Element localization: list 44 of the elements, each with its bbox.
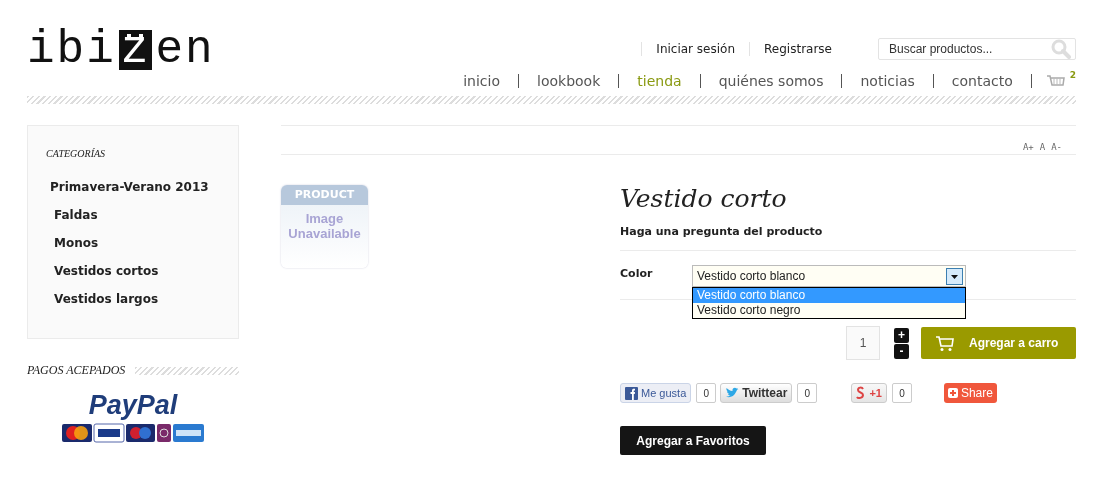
dropdown-option[interactable]: Vestido corto negro [693, 303, 965, 318]
share-count: 0 [696, 383, 717, 403]
paypal-logo: PayPal [88, 390, 178, 421]
font-size-link[interactable]: A+ [1022, 142, 1034, 152]
font-size-link[interactable]: A- [1051, 142, 1062, 152]
font-size-link[interactable]: A [1039, 142, 1046, 152]
nav-link[interactable]: inicio [463, 73, 500, 89]
quantity-field[interactable]: 1 [846, 326, 880, 360]
category-link[interactable]: Monos [46, 229, 238, 257]
product-title: Vestido corto [620, 185, 788, 213]
cart-count: 2 [1069, 70, 1076, 80]
logo[interactable]: ibi z en [27, 30, 215, 70]
plus-icon [947, 388, 958, 398]
category-link[interactable]: Vestidos largos [46, 285, 238, 313]
field-label: Color [620, 266, 654, 280]
panel-title: CATEGORÍAS [46, 148, 107, 159]
plus-one-button[interactable]: +1 [851, 383, 887, 403]
category-link[interactable]: Vestidos cortos [46, 257, 238, 285]
nav-link[interactable]: lookbook [537, 73, 601, 89]
question-link[interactable]: Haga una pregunta del producto [620, 225, 1076, 238]
increase-button[interactable]: + [894, 327, 909, 343]
color-dropdown[interactable]: Vestido corto blanco [692, 265, 966, 287]
nav-link[interactable]: contacto [951, 73, 1013, 89]
share-count: 0 [797, 383, 818, 403]
account-link[interactable]: Iniciar sesión [656, 42, 736, 56]
nav-link[interactable]: noticias [860, 73, 915, 89]
basket-icon[interactable] [1045, 73, 1066, 89]
search-icon[interactable] [1051, 39, 1071, 59]
placeholder-label: PRODUCT [281, 185, 368, 205]
category-link[interactable]: Faldas [46, 201, 238, 229]
decrease-button[interactable]: - [894, 343, 909, 359]
tweet-button[interactable]: Twittear [720, 383, 793, 403]
category-link[interactable]: Primavera-Verano 2013 [46, 173, 238, 201]
favorites-button[interactable]: Agregar a Favoritos [620, 426, 766, 455]
section-title: PAGOS ACEPADOS [27, 363, 126, 378]
nav-link[interactable]: quiénes somos [718, 73, 824, 89]
facebook-icon [625, 386, 638, 400]
account-link[interactable]: Registrarse [764, 42, 832, 56]
like-button[interactable]: Me gusta [620, 383, 692, 403]
placeholder-text: Image Unavailable [287, 211, 362, 241]
share-count: 0 [891, 383, 912, 403]
cart-icon [935, 334, 955, 352]
bird-icon [725, 387, 740, 399]
search-field[interactable]: Buscar productos... [878, 38, 1076, 60]
